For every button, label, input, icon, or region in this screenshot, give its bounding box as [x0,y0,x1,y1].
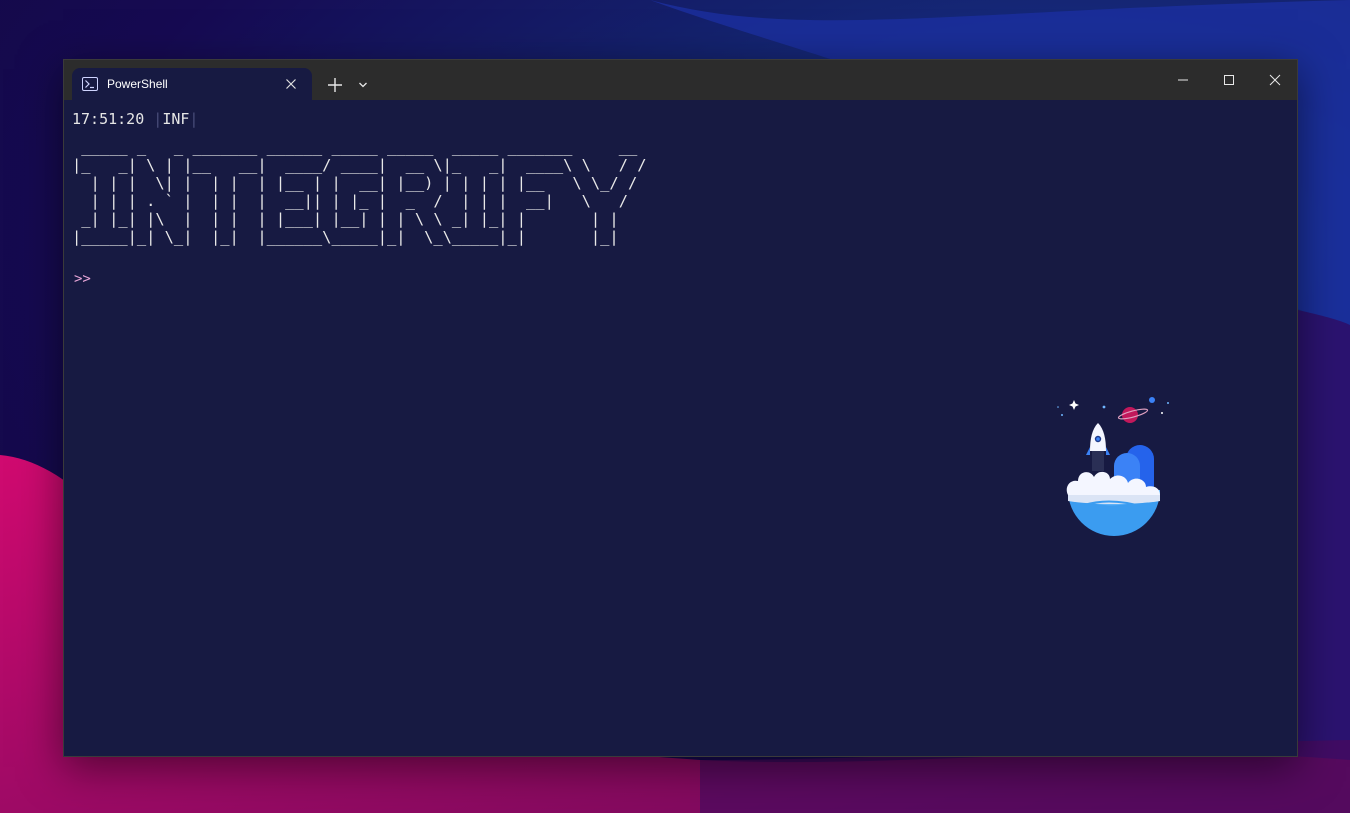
terminal-window: PowerShell 17:51:20 |INF| _____ _ _ ____… [63,59,1298,757]
tab-dropdown-button[interactable] [354,74,372,96]
log-level: INF [162,110,190,128]
new-tab-button[interactable] [322,72,348,98]
chevron-down-icon [359,82,367,88]
title-bar: PowerShell [64,60,1297,100]
command-prompt[interactable]: >> [74,271,91,287]
minimize-icon [1178,79,1188,81]
close-window-button[interactable] [1252,60,1298,100]
log-separator: | [153,110,163,128]
log-line: 17:51:20 |INF| [72,110,198,128]
tab-powershell[interactable]: PowerShell [72,68,312,100]
rocket-launch-illustration [1057,397,1169,536]
powershell-icon [82,77,98,91]
close-icon [286,79,296,89]
close-tab-button[interactable] [280,73,302,95]
log-timestamp: 17:51:20 [72,110,145,128]
close-icon [1269,74,1281,86]
log-separator-end: | [189,110,199,128]
terminal-content[interactable]: 17:51:20 |INF| _____ _ _ _______ ______ … [64,100,1297,756]
ascii-banner: _____ _ _ _______ ______ _____ _____ ___… [72,138,647,246]
tab-title: PowerShell [107,77,168,91]
minimize-button[interactable] [1160,60,1206,100]
maximize-icon [1224,75,1234,85]
plus-icon [328,78,342,92]
maximize-button[interactable] [1206,60,1252,100]
